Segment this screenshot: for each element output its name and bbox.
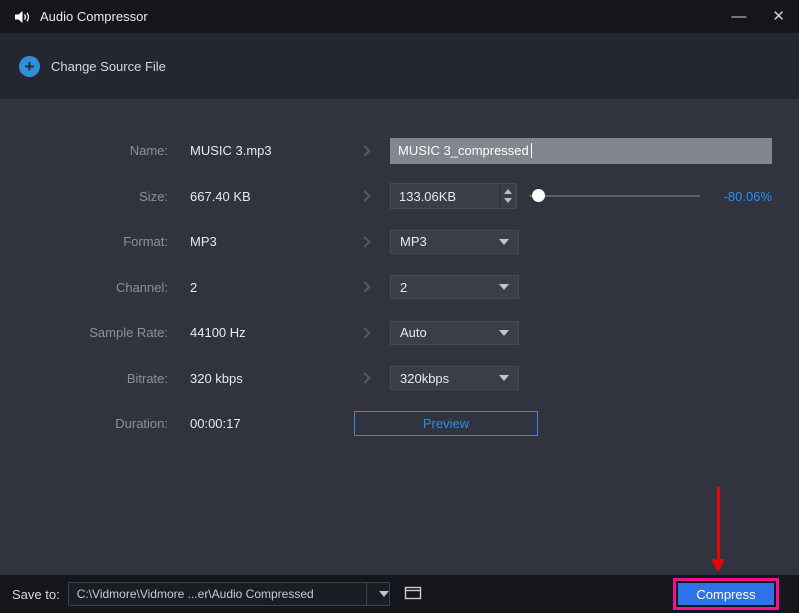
chevron-right-icon [359, 327, 371, 339]
dropdown-caret-icon [499, 238, 509, 245]
spinner-down-icon[interactable] [504, 198, 512, 204]
dropdown-caret-icon [499, 329, 509, 336]
save-path-value: C:\Vidmore\Vidmore ...er\Audio Compresse… [76, 587, 314, 601]
size-original-value: 667.40 KB [190, 188, 251, 204]
chevron-right-icon [359, 190, 371, 202]
format-label: Format: [123, 234, 168, 250]
bitrate-label: Bitrate: [126, 370, 168, 386]
channel-select-value: 2 [400, 279, 408, 295]
save-to-label: Save to: [12, 586, 60, 602]
duration-label: Duration: [115, 416, 168, 432]
bitrate-select-value: 320kbps [400, 370, 450, 386]
name-input[interactable]: MUSIC 3_compressed [390, 137, 772, 164]
browse-folder-button[interactable] [402, 583, 424, 606]
dropdown-caret-icon [499, 284, 509, 291]
save-path-dropdown[interactable] [365, 583, 389, 605]
channel-select[interactable]: 2 [390, 275, 519, 300]
format-original-value: MP3 [190, 234, 217, 250]
spinner-arrows[interactable] [499, 184, 516, 209]
preview-button[interactable]: Preview [354, 411, 538, 437]
channel-row: Channel: 2 2 [0, 265, 772, 311]
titlebar: Audio Compressor — ✕ [0, 0, 799, 33]
name-row: Name: MUSIC 3.mp3 MUSIC 3_compressed [0, 128, 772, 174]
bitrate-original-value: 320 kbps [190, 370, 243, 386]
chevron-right-icon [359, 372, 371, 384]
name-original-value: MUSIC 3.mp3 [190, 143, 272, 159]
save-path-select[interactable]: C:\Vidmore\Vidmore ...er\Audio Compresse… [67, 582, 390, 606]
bitrate-row: Bitrate: 320 kbps 320kbps [0, 356, 772, 402]
bitrate-select[interactable]: 320kbps [390, 366, 519, 391]
text-caret [530, 143, 532, 159]
compress-button[interactable]: Compress [678, 583, 774, 605]
size-spinner-input[interactable]: 133.06KB [390, 183, 517, 210]
annotation-highlight: Compress [673, 578, 779, 610]
close-button[interactable]: ✕ [772, 9, 785, 24]
sample-rate-label: Sample Rate: [89, 325, 168, 341]
change-source-file-label: Change Source File [51, 58, 166, 74]
open-folder-icon [402, 583, 424, 606]
format-select-value: MP3 [400, 234, 427, 250]
duration-row: Duration: 00:00:17 Preview [0, 401, 772, 447]
sample-rate-select[interactable]: Auto [390, 320, 519, 345]
window-controls: — ✕ [731, 9, 785, 24]
spinner-up-icon[interactable] [504, 189, 512, 195]
change-source-file-button[interactable]: + Change Source File [19, 55, 166, 77]
name-input-text: MUSIC 3_compressed [398, 143, 529, 159]
dropdown-caret-icon [378, 591, 389, 597]
slider-handle[interactable] [532, 189, 545, 203]
size-label: Size: [139, 188, 168, 204]
channel-label: Channel: [115, 279, 168, 295]
size-spinner-value: 133.06KB [399, 188, 457, 204]
chevron-right-icon [359, 281, 371, 293]
footer-bar: Save to: C:\Vidmore\Vidmore ...er\Audio … [0, 575, 799, 613]
duration-value: 00:00:17 [190, 416, 241, 432]
settings-panel: Name: MUSIC 3.mp3 MUSIC 3_compressed Siz… [0, 99, 799, 575]
minimize-button[interactable]: — [731, 9, 746, 24]
sample-rate-row: Sample Rate: 44100 Hz Auto [0, 310, 772, 356]
chevron-right-icon [359, 145, 371, 157]
format-row: Format: MP3 MP3 [0, 219, 772, 265]
size-slider[interactable] [529, 183, 700, 209]
format-select[interactable]: MP3 [390, 229, 519, 254]
dropdown-caret-icon [499, 375, 509, 382]
header: + Change Source File [0, 33, 799, 99]
sample-rate-original-value: 44100 Hz [190, 325, 246, 341]
window-title: Audio Compressor [40, 9, 148, 24]
size-reduction-percent: -80.06% [723, 188, 772, 204]
channel-original-value: 2 [190, 279, 198, 295]
size-row: Size: 667.40 KB 133.06KB -80.06% [0, 174, 772, 220]
chevron-right-icon [359, 236, 371, 248]
name-label: Name: [129, 143, 168, 159]
sample-rate-select-value: Auto [400, 325, 427, 341]
slider-track[interactable] [529, 195, 700, 198]
plus-circle-icon: + [19, 55, 40, 77]
speaker-icon [14, 9, 31, 25]
